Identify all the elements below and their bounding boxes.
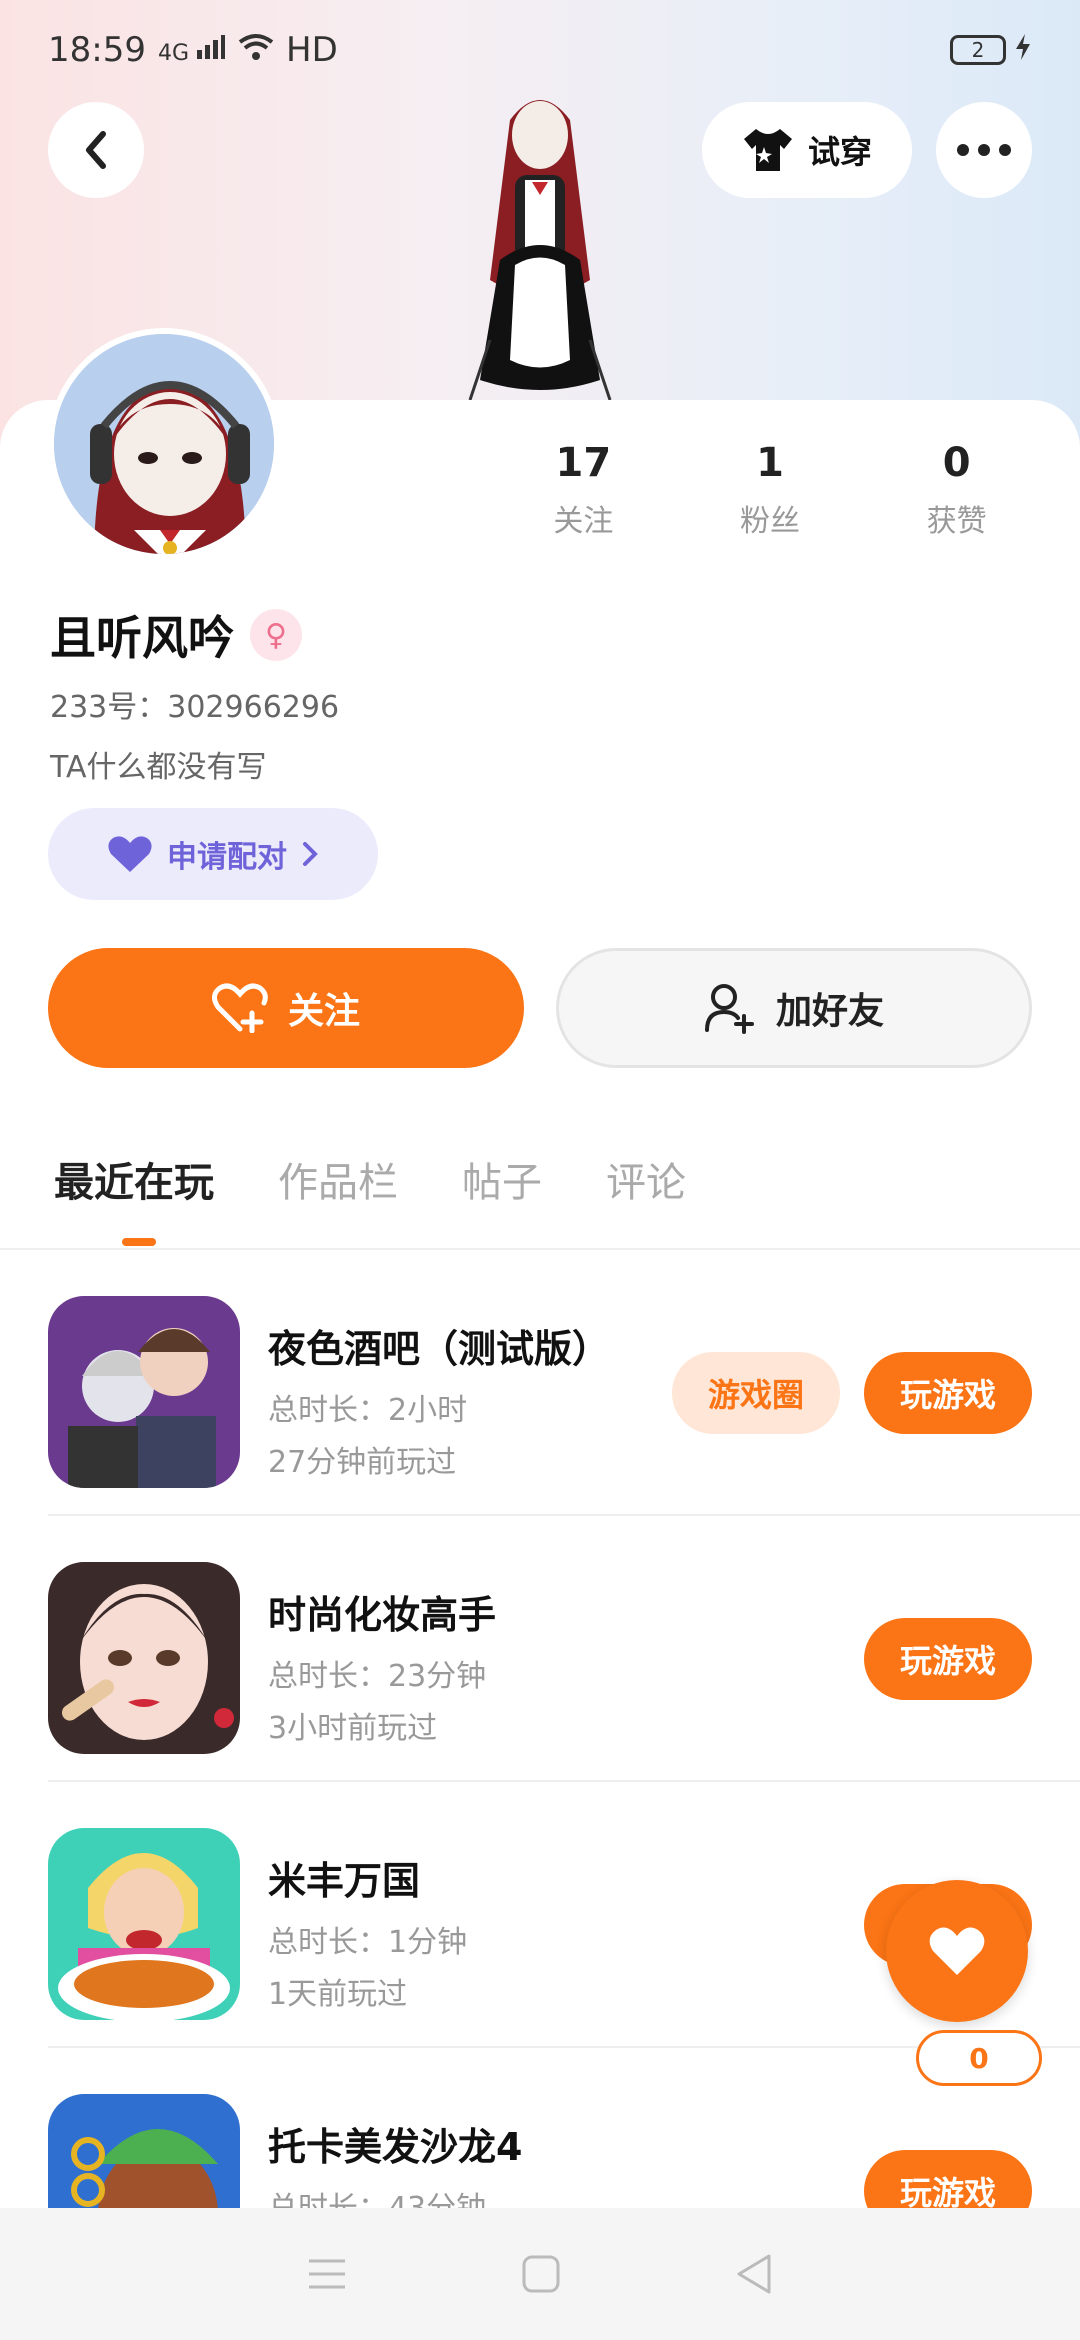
more-button[interactable] (936, 102, 1032, 198)
tab-recently-played[interactable]: 最近在玩 (54, 1150, 214, 1208)
chevron-left-icon (86, 131, 106, 169)
stat-value: 0 (942, 440, 971, 486)
heart-icon (929, 1927, 985, 1975)
stat-value: 17 (555, 440, 612, 486)
status-time: 18:59 (48, 30, 146, 70)
chevron-right-icon (303, 842, 318, 866)
more-icon (957, 144, 1011, 156)
wifi-icon (238, 30, 274, 70)
signal-icon: 4G (158, 34, 226, 66)
username: 且听风吟 (50, 611, 234, 665)
back-nav-icon[interactable] (735, 2254, 773, 2294)
tab-comments[interactable]: 评论 (606, 1150, 686, 1208)
avatar[interactable] (48, 328, 280, 560)
tryon-button[interactable]: 试穿 (702, 102, 912, 198)
pair-label: 申请配对 (167, 840, 287, 875)
follow-label: 关注 (287, 991, 360, 1032)
game-last-played: 27分钟前玩过 (268, 1445, 457, 1480)
stat-followers[interactable]: 1 粉丝 (677, 440, 864, 540)
shirt-icon (743, 129, 792, 171)
tab-posts[interactable]: 帖子 (462, 1150, 542, 1208)
system-nav-bar (0, 2208, 1080, 2340)
apply-pair-button[interactable]: 申请配对 (48, 808, 378, 900)
game-last-played: 3小时前玩过 (268, 1711, 438, 1746)
game-duration: 总时长：23分钟 (268, 1659, 487, 1694)
stat-likes[interactable]: 0 获赞 (863, 440, 1050, 540)
game-name: 托卡美发沙龙4 (268, 2125, 523, 2169)
profile-tabs: 最近在玩 作品栏 帖子 评论 (54, 1150, 686, 1208)
add-user-icon (704, 984, 754, 1034)
menu-icon[interactable] (307, 2257, 347, 2291)
add-friend-button[interactable]: 加好友 (556, 948, 1032, 1068)
heart-icon (108, 836, 152, 872)
charging-icon (1014, 30, 1032, 70)
game-duration: 总时长：2小时 (268, 1393, 468, 1428)
tab-works[interactable]: 作品栏 (278, 1150, 398, 1208)
stat-label: 粉丝 (740, 504, 800, 539)
back-button[interactable] (48, 102, 144, 198)
stat-value: 1 (756, 440, 784, 486)
tab-indicator (122, 1238, 156, 1246)
game-list: 夜色酒吧（测试版） 总时长：2小时 27分钟前玩过 游戏圈 玩游戏 时尚化妆高手… (0, 1250, 1080, 2314)
stat-label: 获赞 (926, 504, 987, 539)
game-icon-night-bar[interactable] (48, 1296, 240, 1488)
follow-button[interactable]: 关注 (48, 948, 524, 1068)
game-name: 夜色酒吧（测试版） (268, 1327, 611, 1371)
stat-following[interactable]: 17 关注 (490, 440, 677, 540)
username-row: 且听风吟 ♀ (50, 602, 302, 668)
game-circle-button[interactable]: 游戏圈 (672, 1352, 840, 1434)
tryon-label: 试穿 (807, 133, 872, 171)
user-id: 233号：302966296 (50, 690, 340, 725)
home-icon[interactable] (522, 2255, 560, 2293)
game-icon-makeup[interactable] (48, 1562, 240, 1754)
like-count: 0 (916, 2030, 1042, 2086)
game-name: 米丰万国 (268, 1859, 421, 1903)
hd-indicator: HD (286, 30, 338, 70)
list-item[interactable]: 夜色酒吧（测试版） 总时长：2小时 27分钟前玩过 游戏圈 玩游戏 (48, 1250, 1080, 1516)
avatar-figure (430, 80, 650, 410)
game-name: 时尚化妆高手 (268, 1593, 497, 1637)
heart-plus-icon (211, 983, 268, 1033)
play-game-button[interactable]: 玩游戏 (864, 1352, 1032, 1434)
game-icon-noodles[interactable] (48, 1828, 240, 2020)
game-last-played: 1天前玩过 (268, 1977, 408, 2012)
stat-label: 关注 (553, 504, 614, 539)
game-duration: 总时长：1分钟 (268, 1925, 468, 1960)
play-game-button[interactable]: 玩游戏 (864, 1618, 1032, 1700)
profile-stats: 17 关注 1 粉丝 0 获赞 (490, 440, 1050, 540)
battery-icon: 2 (950, 35, 1006, 65)
female-icon: ♀ (250, 609, 302, 661)
add-friend-label: 加好友 (775, 991, 884, 1032)
floating-like-button[interactable] (886, 1880, 1028, 2022)
user-bio: TA什么都没有写 (50, 750, 267, 785)
list-item[interactable]: 时尚化妆高手 总时长：23分钟 3小时前玩过 玩游戏 (48, 1516, 1080, 1782)
